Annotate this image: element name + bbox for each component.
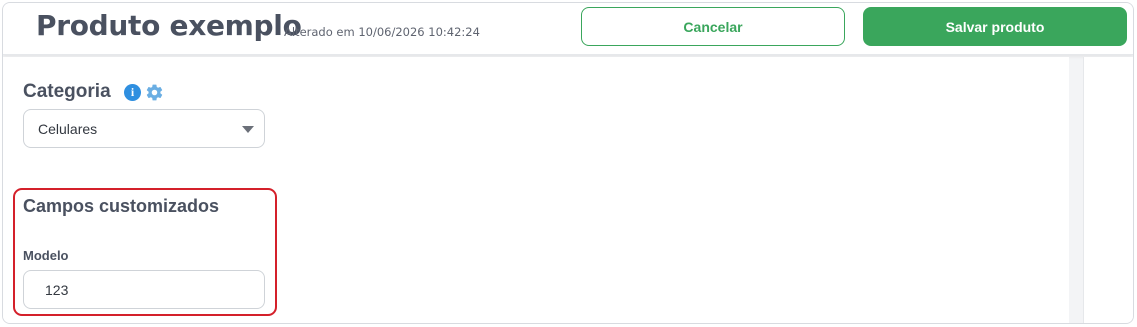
last-modified-text: Alterado em 10/06/2026 10:42:24 (284, 25, 480, 39)
main-content: Categoria i Celulares Campos customizado… (3, 57, 1069, 323)
category-label: Categoria (23, 81, 111, 102)
side-panel (1083, 57, 1133, 323)
info-icon[interactable]: i (124, 84, 141, 101)
custom-fields-title: Campos customizados (23, 196, 220, 216)
model-field[interactable]: 123 (23, 270, 265, 309)
product-editor-window: Produto exemplo Alterado em 10/06/2026 1… (2, 2, 1134, 324)
model-field-value: 123 (45, 282, 69, 298)
save-product-button[interactable]: Salvar produto (863, 7, 1127, 46)
category-select[interactable]: Celulares (23, 109, 265, 148)
model-field-label: Modelo (23, 248, 69, 263)
category-select-value: Celulares (38, 121, 98, 137)
page-title: Produto exemplo (36, 9, 302, 42)
chevron-down-icon (242, 126, 254, 133)
cancel-button[interactable]: Cancelar (581, 7, 845, 46)
gear-icon[interactable] (145, 83, 164, 102)
page-header: Produto exemplo Alterado em 10/06/2026 1… (3, 3, 1133, 55)
